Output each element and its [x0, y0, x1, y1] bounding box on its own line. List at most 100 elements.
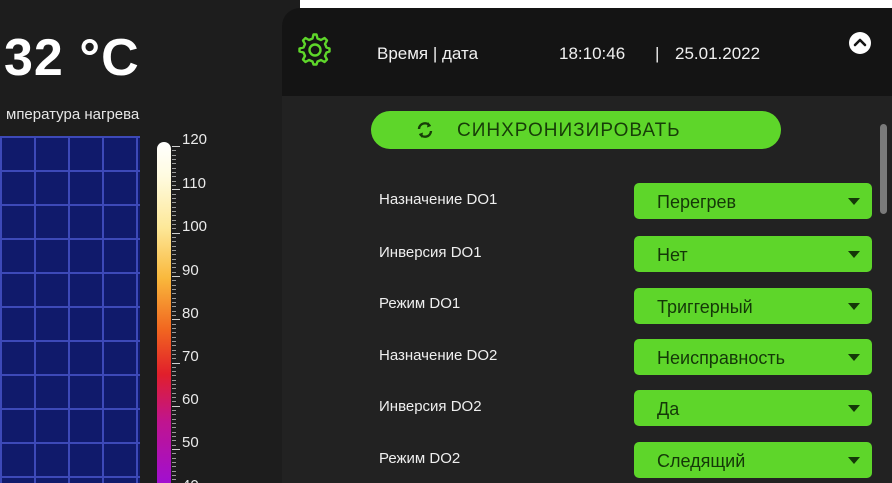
scale-label: 100: [182, 218, 208, 235]
select-value: Нет: [657, 245, 688, 265]
scale-tick: [172, 379, 176, 381]
setting-label: Назначение DO2: [379, 347, 498, 364]
scale-tick: [172, 284, 176, 286]
inversion-do1-select[interactable]: Нет: [634, 236, 872, 272]
gear-icon[interactable]: [298, 33, 332, 67]
dropdown-arrow-icon: [848, 251, 860, 258]
assignment-do1-select[interactable]: Перегрев: [634, 183, 872, 219]
scale-tick: [172, 414, 176, 416]
scale-tick: [172, 280, 176, 282]
scale-tick: [172, 223, 176, 225]
scale-tick: [172, 228, 176, 230]
scale-tick: [172, 336, 176, 338]
scale-tick: [172, 254, 176, 256]
dropdown-arrow-icon: [848, 457, 860, 464]
scale-tick: [172, 397, 176, 399]
scale-tick: [172, 202, 176, 204]
scale-tick: [172, 418, 176, 420]
chevron-up-icon: [853, 38, 867, 47]
scale-tick: [172, 150, 176, 152]
scale-tick: [172, 466, 176, 468]
scale-tick: [172, 423, 176, 425]
scale-tick: [172, 232, 180, 234]
dropdown-arrow-icon: [848, 354, 860, 361]
scale-tick: [172, 392, 176, 394]
scale-tick: [172, 453, 176, 455]
assignment-do2-select[interactable]: Неисправность: [634, 339, 872, 375]
scale-tick: [172, 384, 176, 386]
scale-tick: [172, 171, 176, 173]
scale-tick: [172, 353, 176, 355]
scale-tick: [172, 167, 176, 169]
scale-tick: [172, 457, 176, 459]
scale-tick: [172, 267, 176, 269]
scale-tick: [172, 405, 180, 407]
scale-tick: [172, 197, 176, 199]
select-value: Перегрев: [657, 192, 737, 212]
scale-tick: [172, 362, 180, 364]
scale-tick: [172, 146, 180, 147]
setting-label: Назначение DO1: [379, 191, 498, 208]
scale-tick: [172, 427, 176, 429]
color-scale: [157, 142, 171, 483]
scale-tick: [172, 297, 176, 299]
datetime-label: Время | дата: [377, 44, 479, 63]
scale-tick: [172, 206, 176, 208]
scale-tick: [172, 249, 176, 251]
scale-tick: [172, 158, 176, 160]
scrollbar[interactable]: [880, 124, 887, 214]
scale-tick: [172, 241, 176, 243]
scale-tick: [172, 189, 180, 191]
dropdown-arrow-icon: [848, 198, 860, 205]
scale-tick: [172, 444, 176, 446]
time-value: 18:10:46: [559, 44, 626, 63]
scale-label: 40: [182, 477, 199, 483]
scale-tick: [172, 462, 176, 464]
scale-tick: [172, 306, 176, 308]
mode-do1-select[interactable]: Триггерный: [634, 288, 872, 324]
scale-tick: [172, 440, 176, 442]
scale-tick: [172, 366, 176, 368]
scale-tick: [172, 375, 176, 377]
scale-tick: [172, 301, 176, 303]
select-value: Триггерный: [657, 297, 753, 317]
scale-tick: [172, 323, 176, 325]
scale-tick: [172, 215, 176, 217]
sync-button[interactable]: СИНХРОНИЗИРОВАТЬ: [371, 111, 781, 149]
temperature-panel: 32 °C мпература нагрева 120 110 100 90 8…: [0, 0, 300, 483]
dropdown-arrow-icon: [848, 405, 860, 412]
scale-tick: [172, 436, 176, 438]
datetime-separator: |: [655, 44, 660, 63]
scale-tick: [172, 180, 176, 182]
scale-tick: [172, 410, 176, 412]
heat-map: [0, 136, 140, 483]
scale-tick: [172, 340, 176, 342]
scale-tick: [172, 449, 180, 451]
setting-label: Инверсия DO1: [379, 244, 482, 261]
scale-tick: [172, 210, 176, 212]
scale-label: 80: [182, 305, 199, 322]
scale-tick: [172, 236, 176, 238]
scale-tick: [172, 154, 176, 156]
scale-tick: [172, 176, 176, 178]
select-value: Следящий: [657, 451, 746, 471]
scale-tick: [172, 288, 176, 290]
scale-tick: [172, 310, 176, 312]
scale-label: 70: [182, 348, 199, 365]
sync-button-label: СИНХРОНИЗИРОВАТЬ: [457, 120, 681, 141]
scale-tick: [172, 349, 176, 351]
setting-label: Режим DO2: [379, 450, 461, 467]
scale-tick: [172, 184, 176, 186]
scale-label: 90: [182, 262, 199, 279]
scale-tick: [172, 332, 176, 334]
scale-tick: [172, 245, 176, 247]
inversion-do2-select[interactable]: Да: [634, 390, 872, 426]
select-value: Да: [657, 399, 680, 419]
scale-ticks: [172, 146, 180, 483]
scale-tick: [172, 275, 180, 277]
mode-do2-select[interactable]: Следящий: [634, 442, 872, 478]
scale-tick: [172, 163, 176, 165]
collapse-button[interactable]: [849, 32, 871, 54]
scale-tick: [172, 258, 176, 260]
setting-label: Режим DO1: [379, 295, 461, 312]
